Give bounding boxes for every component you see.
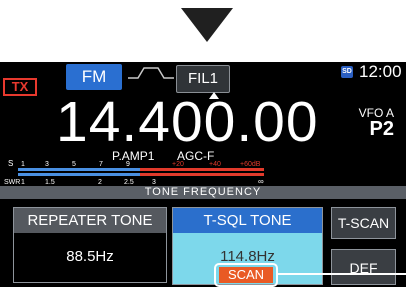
- frequency-readout[interactable]: 14.400.00: [56, 92, 319, 152]
- swr-tick-label: 1.5: [45, 179, 55, 186]
- clock: 12:00: [359, 62, 402, 81]
- tone-frequency-title: TONE FREQUENCY: [0, 186, 406, 199]
- filter-button[interactable]: FIL1: [176, 65, 230, 93]
- swr-tick-label: 3: [152, 179, 156, 186]
- down-arrow-indicator: [181, 8, 233, 42]
- repeater-tone-button[interactable]: REPEATER TONE 88.5Hz: [13, 207, 167, 283]
- swr-tick-label: 2: [98, 179, 102, 186]
- memory-label: P2: [369, 118, 394, 140]
- s-meter-label: S: [8, 159, 13, 168]
- swr-tick-label: ∞: [258, 177, 264, 186]
- tscan-button[interactable]: T-SCAN: [331, 207, 396, 239]
- swr-tick-label: 1: [21, 179, 25, 186]
- callout-line: [278, 273, 406, 275]
- def-button[interactable]: DEF: [331, 249, 396, 285]
- s-tick-label: +20: [172, 161, 184, 168]
- sd-card-icon: SD: [341, 66, 353, 78]
- repeater-tone-value: 88.5Hz: [66, 248, 114, 265]
- s-meter: S 1 3 5 7 9 +20 +40 +60dB SWR 1 1.5 2 2.…: [4, 159, 264, 186]
- s-tick-label: 1: [21, 161, 25, 168]
- s-tick-label: +40: [209, 161, 221, 168]
- repeater-tone-label: REPEATER TONE: [14, 208, 166, 233]
- filter-shape-icon: [128, 67, 174, 79]
- s-tick-label: 9: [126, 161, 130, 168]
- scan-callout-highlight: [214, 263, 278, 287]
- swr-label: SWR: [4, 179, 20, 186]
- s-tick-label: 5: [72, 161, 76, 168]
- s-tick-label: 3: [45, 161, 49, 168]
- swr-tick-label: 2.5: [124, 179, 134, 186]
- tx-indicator: TX: [3, 78, 37, 96]
- radio-display: TX FM FIL1 SD 12:00 14.400.00 VFO A P2 P…: [0, 62, 406, 287]
- s-tick-label: +60dB: [240, 161, 261, 168]
- mode-button[interactable]: FM: [66, 64, 122, 90]
- tsql-tone-label: T-SQL TONE: [173, 208, 322, 233]
- s-tick-label: 7: [99, 161, 103, 168]
